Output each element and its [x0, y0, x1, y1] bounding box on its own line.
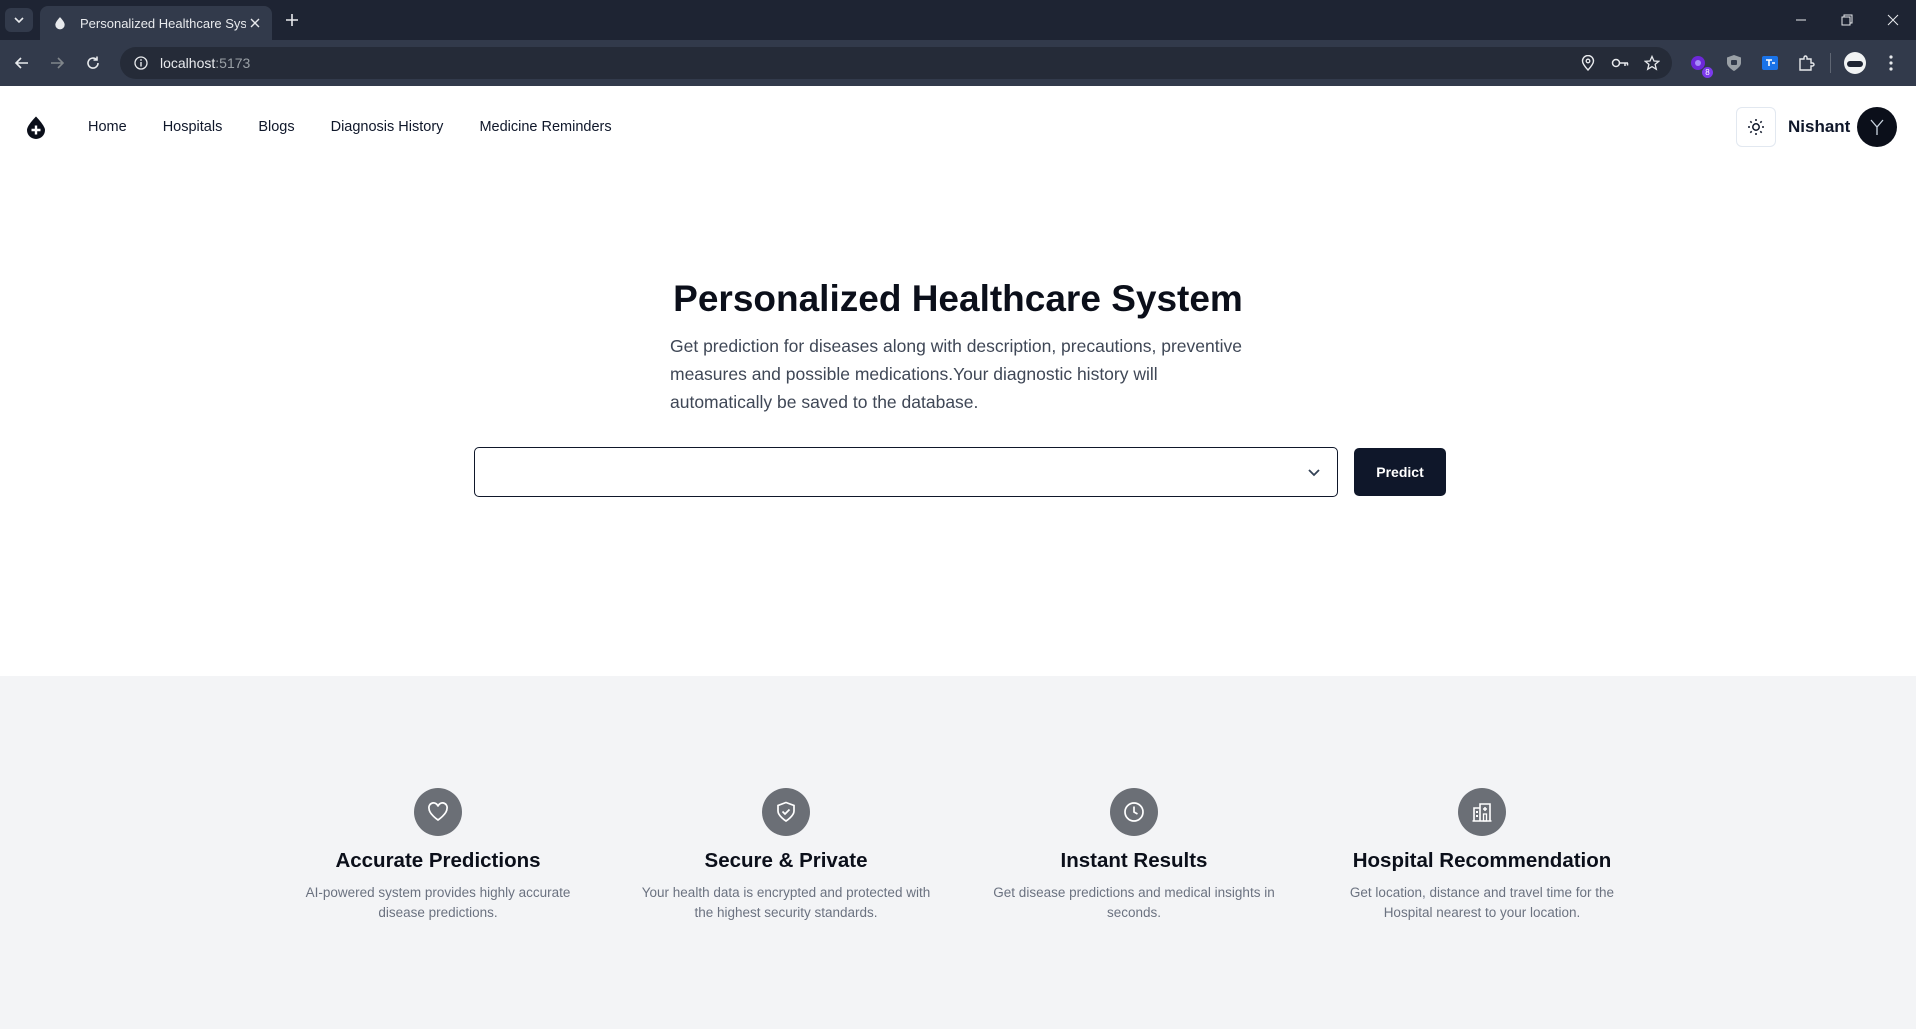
site-info-icon[interactable]: [132, 54, 150, 72]
nav-medicine-reminders-link[interactable]: Medicine Reminders: [479, 119, 611, 135]
clock-icon: [1110, 788, 1158, 836]
toolbar-divider: [1830, 53, 1831, 73]
bookmark-star-icon[interactable]: [1642, 53, 1662, 73]
symptom-select[interactable]: [474, 447, 1338, 497]
app-favicon-icon: [52, 15, 68, 31]
feature-description: Get disease predictions and medical insi…: [993, 885, 1275, 920]
avatar-figure-icon: [1870, 119, 1884, 135]
feature-card-secure-private: Secure & Private Your health data is enc…: [636, 788, 936, 923]
extension-purple-icon[interactable]: 8: [1686, 51, 1713, 78]
main-nav: Home Hospitals Blogs Diagnosis History M…: [88, 86, 612, 168]
hospital-icon: [1458, 788, 1506, 836]
theme-toggle-button[interactable]: [1736, 107, 1776, 147]
arrow-right-icon: [51, 57, 65, 69]
predict-button[interactable]: Predict: [1354, 448, 1446, 496]
restore-icon: [1841, 14, 1853, 26]
nav-home-link[interactable]: Home: [88, 119, 127, 135]
restore-window-button[interactable]: [1824, 0, 1870, 40]
arrow-left-icon: [14, 57, 28, 69]
feature-title: Instant Results: [1060, 849, 1208, 872]
feature-card-accurate-predictions: Accurate Predictions AI-powered system p…: [288, 788, 588, 923]
feature-card-hospital-recommendation: Hospital Recommendation Get location, di…: [1332, 788, 1632, 923]
feature-title: Secure & Private: [704, 849, 868, 872]
tab-title: Personalized Healthcare System: [80, 15, 246, 31]
password-key-icon[interactable]: [1610, 53, 1630, 73]
reload-icon: [87, 56, 99, 69]
tab-search-button[interactable]: [5, 8, 33, 32]
url-text: localhost:5173: [160, 55, 251, 71]
chevron-down-icon: [1308, 469, 1320, 477]
chevron-down-icon: [14, 17, 24, 24]
new-tab-button[interactable]: [280, 8, 304, 32]
extensions-area: 8: [1686, 51, 1903, 78]
feature-description: Your health data is encrypted and protec…: [641, 885, 931, 920]
minimize-window-button[interactable]: [1778, 0, 1824, 40]
app-header: Home Hospitals Blogs Diagnosis History M…: [0, 86, 1916, 168]
feature-title: Hospital Recommendation: [1352, 849, 1612, 872]
browser-tab-bar: Personalized Healthcare System: [0, 0, 1916, 40]
profile-avatar-icon[interactable]: [1843, 51, 1867, 75]
reload-button[interactable]: [81, 51, 105, 75]
extension-shield-icon[interactable]: [1722, 51, 1746, 75]
nav-blogs-link[interactable]: Blogs: [258, 119, 294, 135]
sun-icon: [1748, 119, 1764, 135]
browser-menu-icon[interactable]: [1879, 51, 1903, 75]
close-window-button[interactable]: [1870, 0, 1916, 40]
features-section: Accurate Predictions AI-powered system p…: [0, 676, 1916, 1029]
brand-logo-icon[interactable]: [24, 115, 48, 139]
extension-badge: 8: [1702, 67, 1713, 78]
feature-description: Get location, distance and travel time f…: [1349, 885, 1615, 920]
feature-card-instant-results: Instant Results Get disease predictions …: [984, 788, 1284, 923]
extensions-puzzle-icon[interactable]: [1794, 51, 1818, 75]
forward-button[interactable]: [45, 51, 69, 75]
heart-icon: [414, 788, 462, 836]
user-avatar[interactable]: [1857, 107, 1897, 147]
window-controls: [1778, 0, 1916, 40]
page-title: Personalized Healthcare System: [673, 278, 1243, 319]
address-bar[interactable]: localhost:5173: [120, 47, 1672, 79]
hero-description: Get prediction for diseases along with d…: [670, 336, 1242, 412]
minimize-icon: [1796, 19, 1806, 21]
nav-diagnosis-history-link[interactable]: Diagnosis History: [331, 119, 444, 135]
browser-tab-active[interactable]: Personalized Healthcare System: [40, 6, 272, 40]
feature-description: AI-powered system provides highly accura…: [305, 885, 571, 920]
browser-toolbar: localhost:5173 8: [0, 40, 1916, 86]
shield-check-icon: [762, 788, 810, 836]
user-name[interactable]: Nishant: [1788, 117, 1850, 137]
extension-translate-icon[interactable]: [1758, 51, 1782, 75]
close-icon: [1887, 14, 1899, 26]
back-button[interactable]: [10, 51, 34, 75]
nav-hospitals-link[interactable]: Hospitals: [163, 119, 223, 135]
location-pin-icon[interactable]: [1578, 53, 1598, 73]
plus-icon: [286, 14, 298, 26]
close-tab-icon[interactable]: [246, 14, 264, 32]
feature-title: Accurate Predictions: [335, 849, 541, 872]
